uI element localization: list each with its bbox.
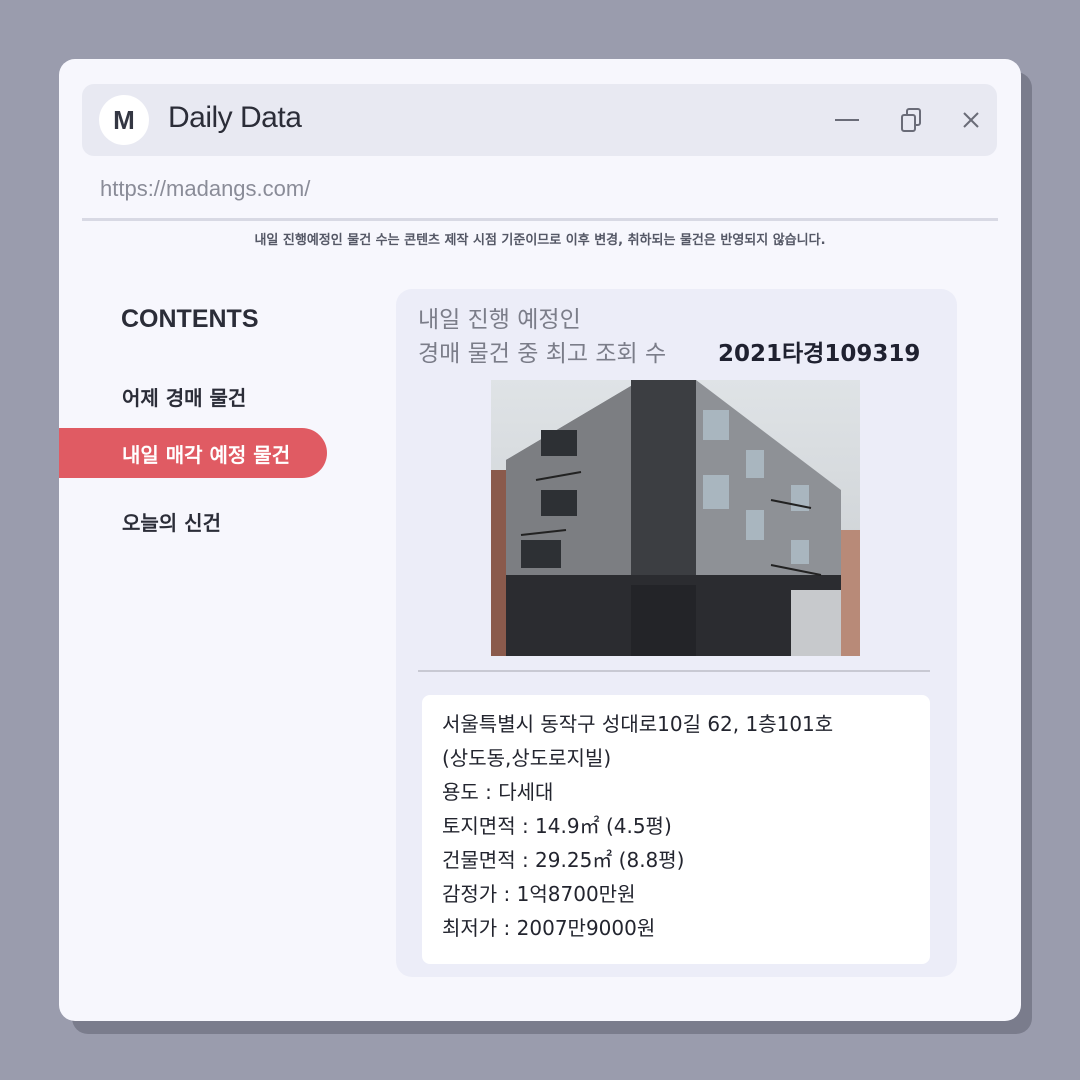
app-title: Daily Data	[168, 101, 302, 134]
title-bar: M Daily Data	[82, 84, 997, 156]
minimize-icon	[835, 119, 859, 121]
building-area-text: 건물면적 : 29.25㎡ (8.8평)	[442, 848, 685, 872]
minimum-price-text: 최저가 : 2007만9000원	[442, 916, 656, 940]
app-window: M Daily Data https://madangs.com/ 내일 진행예…	[59, 59, 1021, 1021]
sidebar-title: CONTENTS	[121, 305, 259, 333]
app-logo: M	[99, 95, 149, 145]
property-photo	[491, 380, 860, 656]
card-divider	[418, 670, 930, 672]
copy-icon	[901, 108, 921, 132]
address-bar[interactable]: https://madangs.com/	[100, 176, 310, 202]
case-number: 2021타경109319	[718, 341, 921, 367]
property-card: 내일 진행 예정인 경매 물건 중 최고 조회 수 2021타경109319 서…	[396, 289, 957, 977]
close-button[interactable]	[953, 102, 989, 138]
card-heading-line2: 경매 물건 중 최고 조회 수	[418, 341, 667, 367]
sidebar-item-tomorrow[interactable]: 내일 매각 예정 물건	[59, 428, 327, 478]
minimize-button[interactable]	[829, 102, 865, 138]
notice-text: 내일 진행예정인 물건 수는 콘텐츠 제작 시점 기준이므로 이후 변경, 취하…	[254, 233, 826, 248]
appraisal-text: 감정가 : 1억8700만원	[442, 882, 636, 906]
close-icon	[963, 112, 979, 128]
sidebar-item-today-new[interactable]: 오늘의 신건	[59, 496, 327, 546]
sidebar-item-yesterday[interactable]: 어제 경매 물건	[59, 371, 327, 421]
address-divider	[82, 218, 998, 221]
usage-text: 용도 : 다세대	[442, 780, 554, 804]
property-details: 서울특별시 동작구 성대로10길 62, 1층101호 (상도동,상도로지빌) …	[422, 695, 930, 964]
address-line2: (상도동,상도로지빌)	[442, 746, 612, 770]
card-heading: 내일 진행 예정인 경매 물건 중 최고 조회 수	[418, 303, 666, 371]
card-heading-line1: 내일 진행 예정인	[418, 307, 581, 333]
copy-button[interactable]	[893, 102, 929, 138]
address-line1: 서울특별시 동작구 성대로10길 62, 1층101호	[442, 712, 834, 736]
land-area-text: 토지면적 : 14.9㎡ (4.5평)	[442, 814, 672, 838]
